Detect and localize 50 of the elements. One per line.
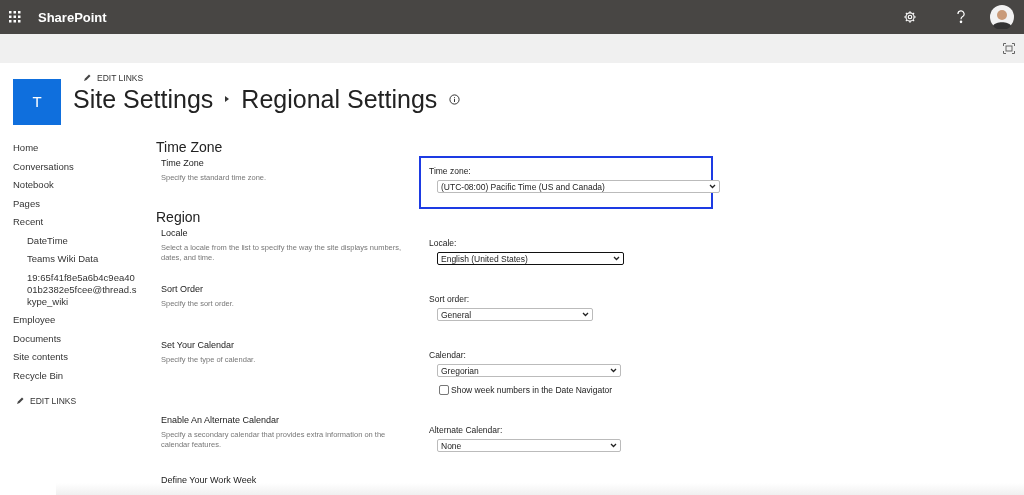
focus-mode-icon[interactable] (1003, 43, 1015, 55)
week-numbers-checkbox[interactable]: Show week numbers in the Date Navigator (439, 385, 749, 395)
nav-link[interactable]: 19:65f41f8e5a6b4c9ea4001b2382e5fcee@thread.skype_wiki (13, 268, 137, 311)
caret-icon (610, 443, 617, 448)
caret-icon (582, 312, 589, 317)
group-heading: Time Zone (156, 139, 224, 155)
nav-link[interactable]: Recent (13, 213, 156, 231)
pencil-icon (16, 397, 24, 405)
site-logo[interactable]: T (13, 78, 61, 125)
app-title: SharePoint (38, 9, 107, 25)
page-title: Regional Settings (241, 84, 438, 114)
section-title: Time Zone (161, 158, 205, 168)
caret-icon (709, 184, 716, 189)
nav-link[interactable]: Conversations (13, 157, 156, 176)
nav-link[interactable]: Documents (13, 329, 156, 348)
field-label: Locale: (429, 238, 458, 248)
dropdown[interactable]: English (United States) (437, 252, 624, 265)
section-title: Set Your Calendar (161, 340, 236, 350)
breadcrumb-link[interactable]: Site Settings (73, 84, 214, 114)
field-label: Calendar: (429, 350, 467, 360)
chevron-icon (225, 96, 230, 103)
section-title: Sort Order (161, 284, 204, 294)
nav-link[interactable]: Home (13, 139, 156, 157)
nav-link[interactable]: Notebook (13, 176, 156, 194)
edit-links-link[interactable]: EDIT LINKS (83, 72, 461, 83)
nav-link[interactable]: Teams Wiki Data (13, 250, 137, 268)
field-label: Time zone: (429, 166, 472, 176)
dropdown[interactable]: General (437, 308, 593, 321)
edit-links-link[interactable]: EDIT LINKS (16, 396, 156, 406)
nav-link[interactable]: Site contents (13, 348, 156, 366)
nav-link[interactable]: Pages (13, 194, 156, 213)
nav-link[interactable]: Recycle Bin (13, 366, 156, 385)
dropdown[interactable]: Gregorian (437, 364, 621, 377)
avatar[interactable] (990, 5, 1014, 30)
section-title: Locale (161, 228, 189, 238)
caret-icon (613, 256, 620, 261)
info-icon[interactable] (449, 93, 461, 105)
checkbox[interactable] (439, 385, 449, 395)
field-label: Sort order: (429, 294, 471, 304)
field-label: Alternate Calendar: (429, 425, 504, 435)
caret-icon (610, 368, 617, 373)
nav-link[interactable]: Employee (13, 311, 156, 329)
dropdown[interactable]: (UTC-08:00) Pacific Time (US and Canada) (437, 180, 720, 193)
app-launcher-icon[interactable] (9, 11, 21, 24)
nav-link[interactable]: DateTime (13, 231, 137, 250)
group-heading: Region (156, 209, 202, 225)
dropdown[interactable]: None (437, 439, 621, 452)
pencil-icon (83, 73, 91, 82)
section-title: Define Your Work Week (161, 475, 258, 485)
section-title: Enable An Alternate Calendar (161, 415, 281, 425)
